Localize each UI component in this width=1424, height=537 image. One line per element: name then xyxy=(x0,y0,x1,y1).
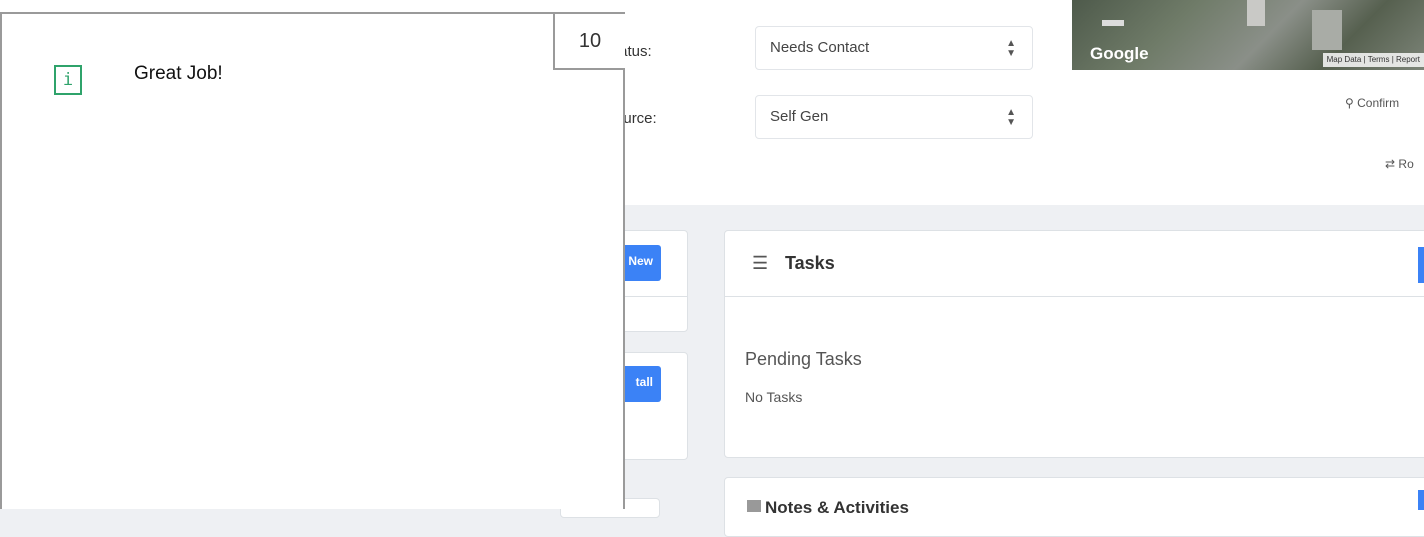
pending-tasks-empty: No Tasks xyxy=(745,389,803,405)
notes-icon xyxy=(747,500,761,512)
map-building xyxy=(1247,0,1265,26)
confirm-link-label: Confirm xyxy=(1357,96,1400,110)
select-caret-icon: ▲ ▼ xyxy=(1006,38,1016,59)
panel-message: Great Job! xyxy=(134,63,223,84)
task-list-icon: ☰ xyxy=(752,253,769,273)
source-select[interactable]: Self Gen ▲ ▼ xyxy=(755,95,1033,139)
status-select-value: Needs Contact xyxy=(770,39,870,56)
map-view[interactable]: Google Map Data | Terms | Report xyxy=(1072,0,1424,70)
info-icon: i xyxy=(54,65,82,95)
route-arrows-icon: ⇄ xyxy=(1385,157,1396,171)
tasks-card: ☰ Tasks Pending Tasks No Tasks xyxy=(724,230,1424,458)
route-link[interactable]: ⇄ Ro xyxy=(1385,157,1414,171)
map-road xyxy=(1102,20,1124,26)
step-number-badge: 10 xyxy=(553,14,625,70)
tasks-title: Tasks xyxy=(785,253,835,273)
add-task-button[interactable] xyxy=(1418,247,1424,283)
notes-card: Notes & Activities xyxy=(724,477,1424,537)
status-select[interactable]: Needs Contact ▲ ▼ xyxy=(755,26,1033,70)
source-select-value: Self Gen xyxy=(770,108,829,125)
add-note-button[interactable] xyxy=(1418,490,1424,510)
pending-tasks-heading: Pending Tasks xyxy=(745,349,862,369)
tutorial-panel: i Great Job! 10 xyxy=(0,12,625,509)
map-attribution[interactable]: Map Data | Terms | Report xyxy=(1322,53,1424,67)
tasks-header: ☰ Tasks xyxy=(725,231,1424,297)
pin-icon: ⚲ xyxy=(1345,96,1354,110)
route-link-label: Ro xyxy=(1398,157,1414,171)
select-caret-icon: ▲ ▼ xyxy=(1006,107,1016,128)
confirm-link[interactable]: ⚲ Confirm xyxy=(1345,96,1399,110)
map-building xyxy=(1312,10,1342,50)
google-logo: Google xyxy=(1090,44,1149,63)
notes-title: Notes & Activities xyxy=(765,498,909,517)
